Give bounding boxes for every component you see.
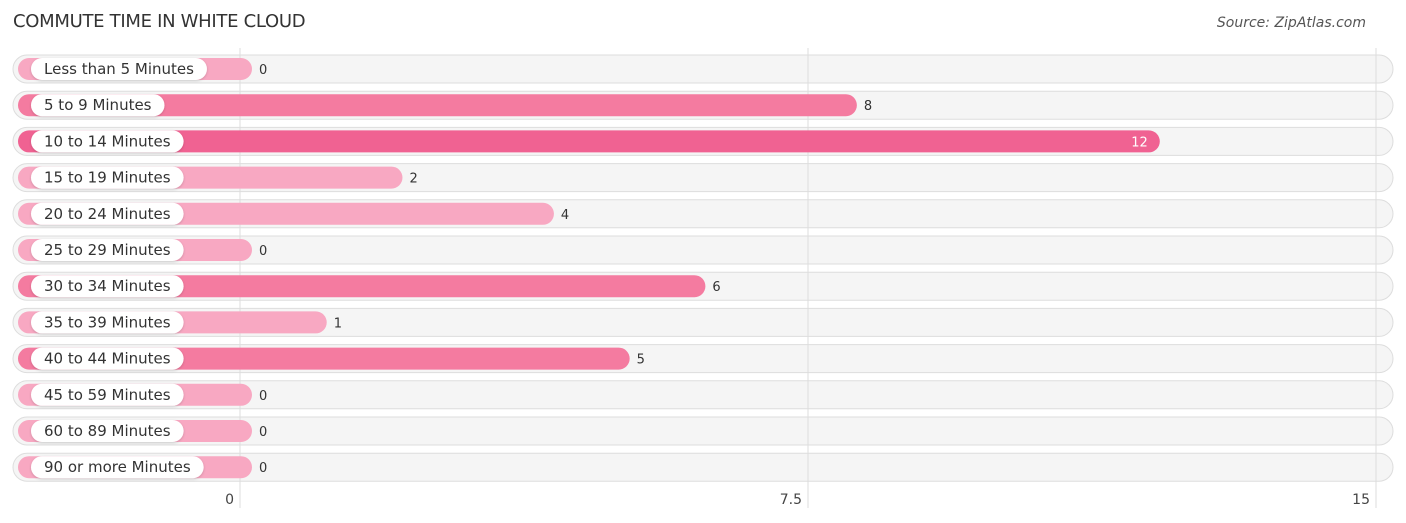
value-label: 5 [637,353,645,368]
category-label: 90 or more Minutes [44,458,191,476]
category-label: 5 to 9 Minutes [44,96,152,114]
category-label: 45 to 59 Minutes [44,386,171,404]
bar-row: 5 to 9 Minutes 8 [18,94,872,117]
bar-row: 20 to 24 Minutes 4 [18,202,569,225]
category-label: 20 to 24 Minutes [44,205,171,223]
x-tick-label: 0 [225,492,234,508]
bar-row: Less than 5 Minutes 0 [18,58,267,80]
bar [18,130,1160,153]
value-label: 0 [259,244,267,259]
bar-row: 30 to 34 Minutes 6 [18,275,721,298]
value-label: 12 [1131,135,1148,150]
value-label: 0 [259,63,267,78]
category-label: 15 to 19 Minutes [44,169,171,187]
bar-row: 45 to 59 Minutes 0 [18,383,267,406]
category-label: Less than 5 Minutes [44,60,194,78]
category-label: 35 to 39 Minutes [44,313,171,331]
bar-row: 35 to 39 Minutes 1 [18,311,342,334]
value-label: 6 [712,280,720,295]
category-label: 60 to 89 Minutes [44,422,171,440]
x-axis-ticks: 0 7.5 15 [225,492,1370,508]
value-label: 4 [561,208,569,223]
bar-row: 40 to 44 Minutes 5 [18,347,645,370]
category-label: 10 to 14 Minutes [44,132,171,150]
category-label: 40 to 44 Minutes [44,350,171,368]
bars: Less than 5 Minutes 0 5 to 9 Minutes 8 10 to… [18,58,1160,479]
bar-row: 25 to 29 Minutes 0 [18,239,267,261]
category-label: 25 to 29 Minutes [44,241,171,259]
value-label: 0 [259,425,267,440]
bar-row: 10 to 14 Minutes 12 [18,130,1160,153]
value-label: 0 [259,461,267,476]
x-tick-label: 7.5 [780,492,802,508]
value-label: 2 [409,172,417,187]
value-label: 1 [334,316,342,331]
bar-row: 15 to 19 Minutes 2 [18,166,418,189]
bar-tracks [12,54,1394,482]
bar-chart: Less than 5 Minutes 0 5 to 9 Minutes 8 10 to… [12,48,1394,508]
value-label: 8 [864,99,872,114]
category-label: 30 to 34 Minutes [44,277,171,295]
bar-row: 60 to 89 Minutes 0 [18,420,267,442]
bar-row: 90 or more Minutes 0 [18,456,267,479]
x-tick-label: 15 [1352,492,1370,508]
value-label: 0 [259,389,267,404]
